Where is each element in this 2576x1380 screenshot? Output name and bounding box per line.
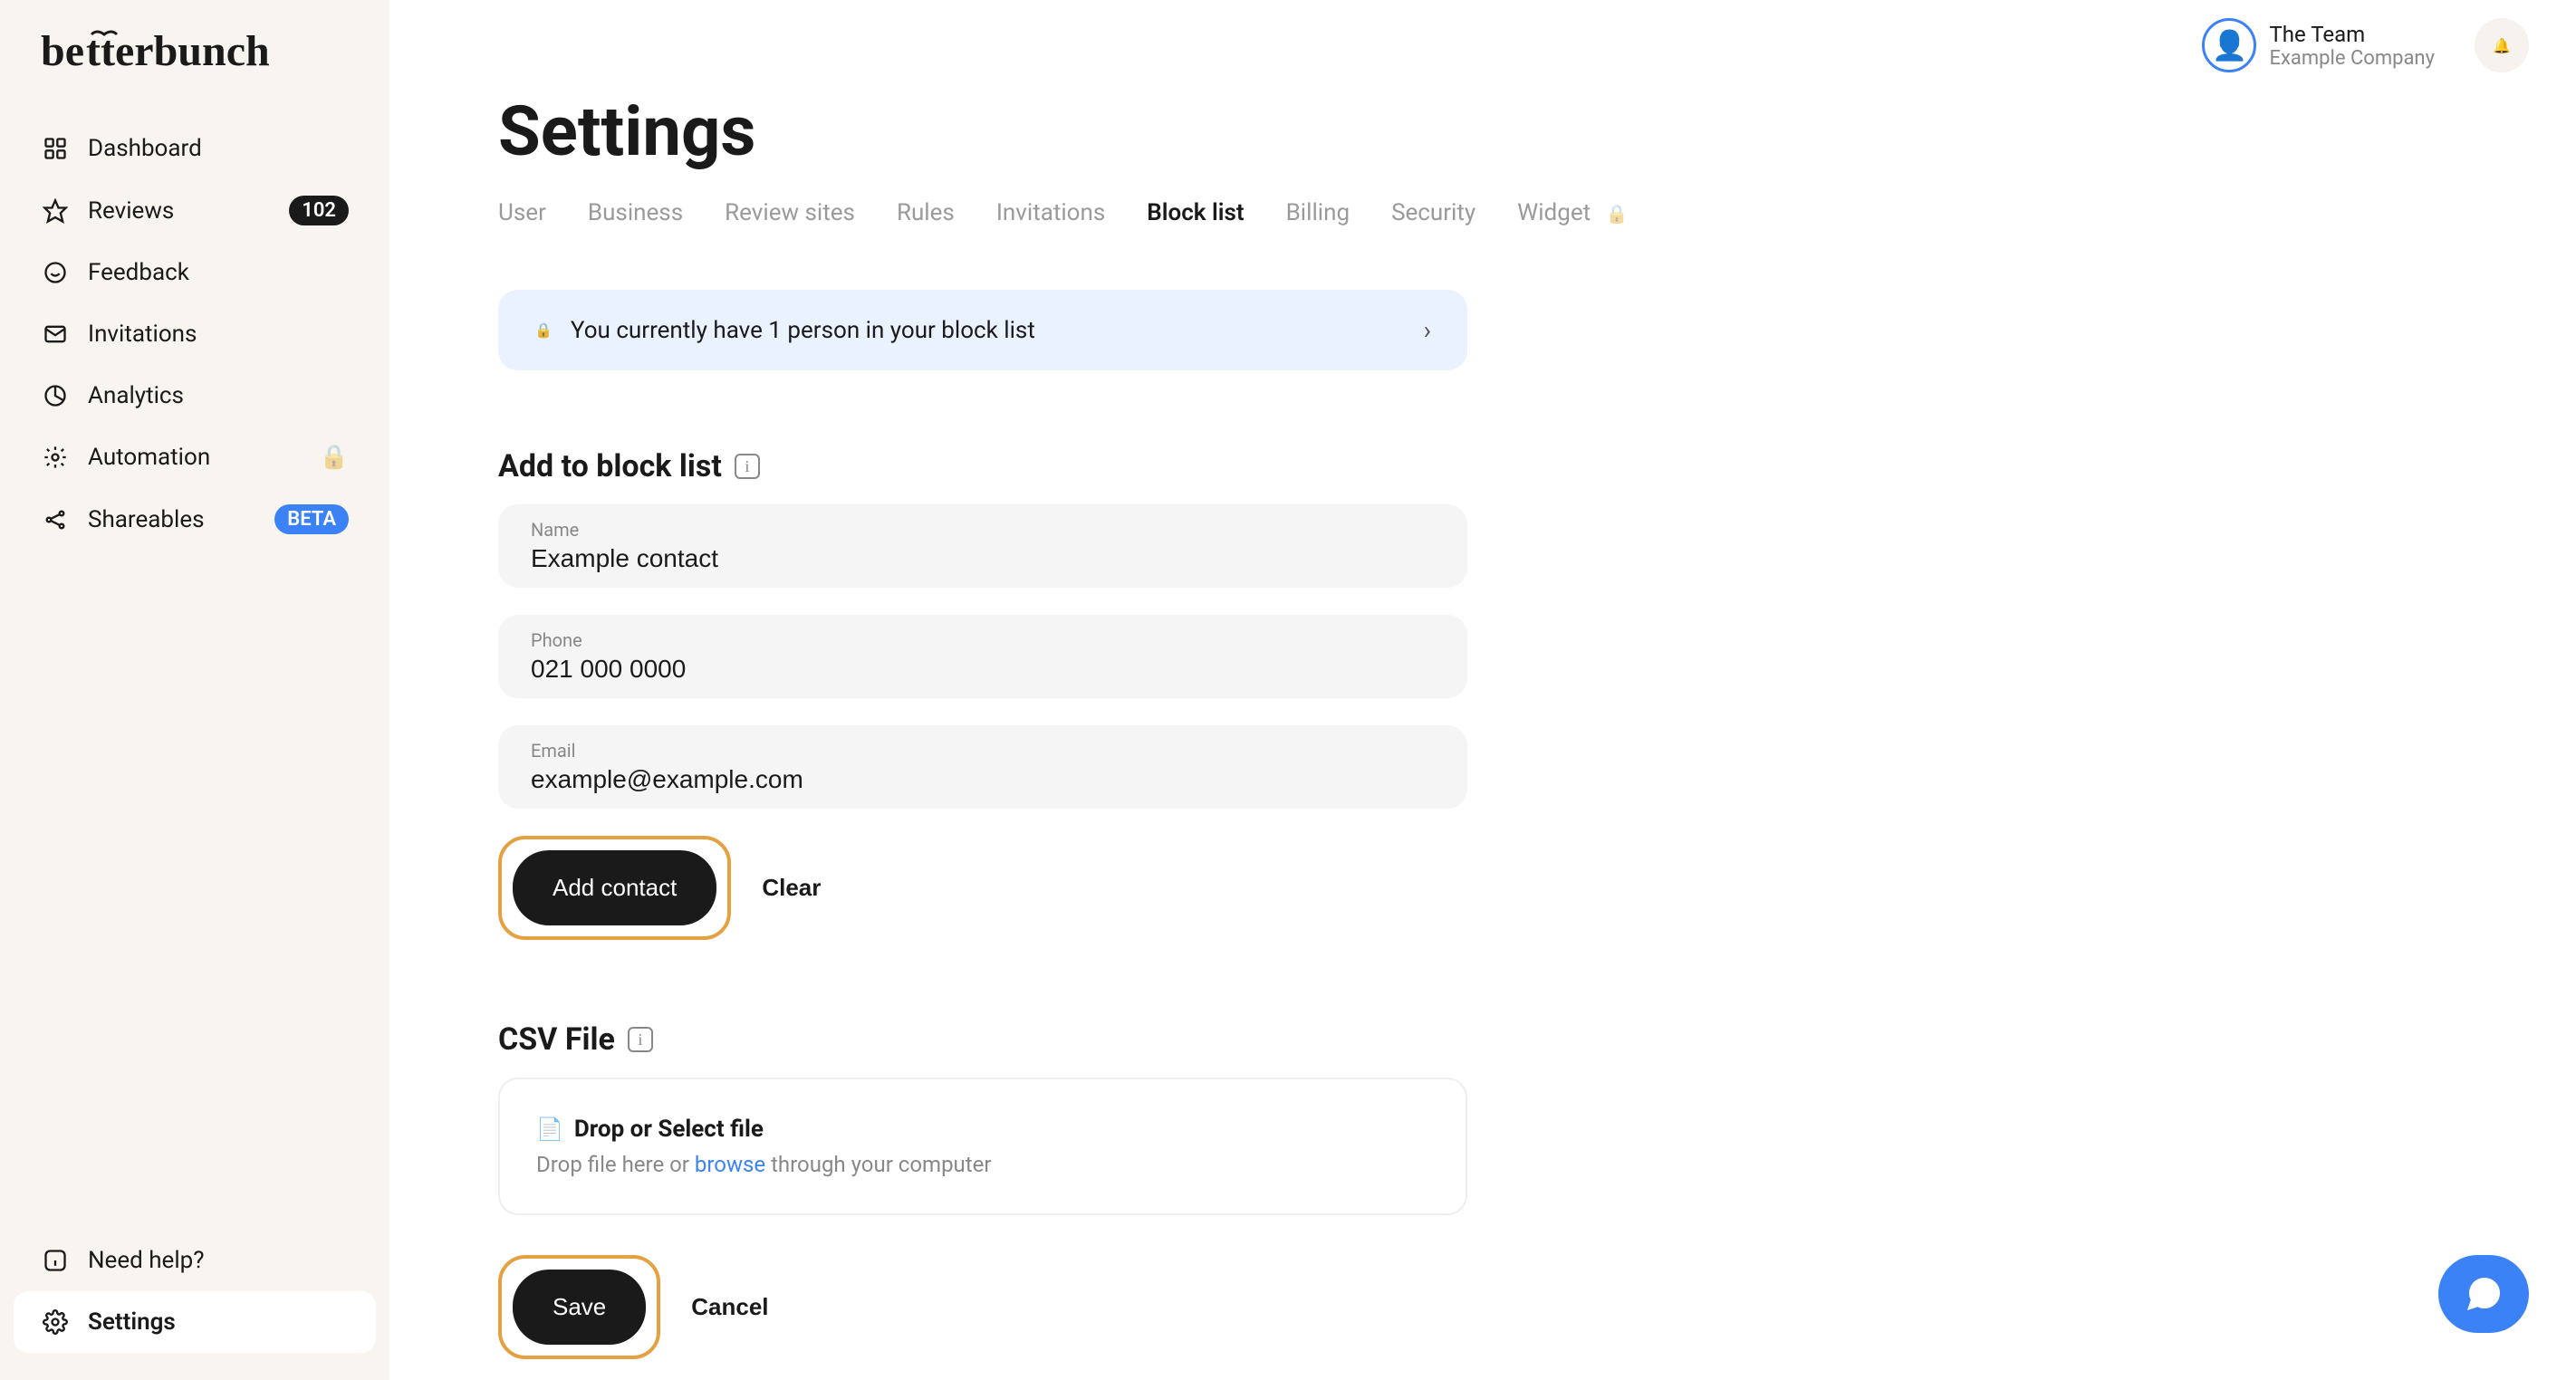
tab-rules[interactable]: Rules	[897, 199, 955, 226]
svg-text:be: be	[41, 27, 84, 75]
svg-text:tt: tt	[86, 27, 115, 75]
lock-icon: 🔒	[320, 444, 349, 471]
lock-icon: 🔒	[534, 321, 553, 339]
sidebar-item-label: Automation	[88, 444, 311, 471]
sidebar-item-label: Settings	[88, 1308, 349, 1336]
blocklist-info-banner[interactable]: 🔒 You currently have 1 person in your bl…	[498, 290, 1467, 370]
star-icon	[41, 196, 70, 225]
page-title: Settings	[498, 91, 2341, 172]
beta-badge: BETA	[274, 504, 349, 534]
sidebar-item-reviews[interactable]: Reviews 102	[14, 179, 376, 242]
company-name: Example Company	[2269, 47, 2435, 70]
phone-label: Phone	[531, 629, 1435, 651]
highlight-ring: Save	[498, 1255, 660, 1359]
tab-block-list[interactable]: Block list	[1147, 199, 1244, 226]
sidebar-item-label: Analytics	[88, 382, 349, 409]
clear-button[interactable]: Clear	[762, 874, 821, 902]
bell-icon: 🔔	[2493, 37, 2511, 54]
phone-field-wrapper[interactable]: Phone	[498, 615, 1467, 698]
file-icon: 📄	[536, 1116, 563, 1142]
notifications-button[interactable]: 🔔	[2475, 18, 2529, 72]
tab-invitations[interactable]: Invitations	[996, 199, 1105, 226]
team-name: The Team	[2269, 22, 2435, 47]
name-field-wrapper[interactable]: Name	[498, 504, 1467, 588]
save-button-row: Save Cancel	[498, 1255, 2341, 1359]
header-user-info[interactable]: The Team Example Company	[2269, 22, 2435, 70]
sidebar-item-label: Shareables	[88, 506, 274, 533]
sidebar: betterbunch Dashboard Reviews 102 Feedba…	[0, 0, 389, 1380]
sidebar-item-dashboard[interactable]: Dashboard	[14, 118, 376, 179]
gear-icon	[41, 443, 70, 472]
drop-zone-title: 📄 Drop or Select file	[536, 1116, 1429, 1143]
lock-icon: 🔒	[1606, 203, 1629, 225]
add-contact-button[interactable]: Add contact	[513, 850, 716, 925]
content: Settings User Business Review sites Rule…	[389, 91, 2576, 1380]
main: 👤 The Team Example Company 🔔 Settings Us…	[389, 0, 2576, 1380]
sidebar-item-shareables[interactable]: Shareables BETA	[14, 488, 376, 551]
section-add-to-blocklist: Add to block list i	[498, 448, 2341, 484]
main-nav: Dashboard Reviews 102 Feedback Invitatio…	[14, 118, 376, 1230]
sidebar-item-label: Invitations	[88, 321, 349, 348]
bottom-nav: Need help? Settings	[14, 1230, 376, 1353]
info-icon[interactable]: i	[628, 1027, 653, 1052]
browse-link[interactable]: browse	[695, 1152, 765, 1177]
sidebar-item-label: Dashboard	[88, 135, 349, 162]
email-field-wrapper[interactable]: Email	[498, 725, 1467, 809]
sidebar-item-help[interactable]: Need help?	[14, 1230, 376, 1291]
section-csv-file: CSV File i	[498, 1021, 2341, 1058]
chart-icon	[41, 381, 70, 410]
info-icon	[41, 1246, 70, 1275]
share-icon	[41, 505, 70, 534]
svg-text:erbunch: erbunch	[115, 27, 270, 75]
sidebar-item-analytics[interactable]: Analytics	[14, 365, 376, 426]
tab-user[interactable]: User	[498, 199, 546, 226]
avatar-face-icon: 👤	[2212, 28, 2248, 62]
sidebar-item-invitations[interactable]: Invitations	[14, 303, 376, 365]
sidebar-item-settings[interactable]: Settings	[14, 1291, 376, 1353]
info-icon[interactable]: i	[735, 454, 760, 479]
email-input[interactable]	[531, 765, 1435, 794]
tab-business[interactable]: Business	[588, 199, 683, 226]
avatar[interactable]: 👤	[2202, 18, 2256, 72]
mail-icon	[41, 320, 70, 349]
chat-widget-button[interactable]	[2438, 1255, 2529, 1333]
brand-logo: betterbunch	[14, 27, 376, 118]
sidebar-item-label: Reviews	[88, 197, 289, 225]
highlight-ring: Add contact	[498, 836, 731, 940]
grid-icon	[41, 134, 70, 163]
cog-icon	[41, 1308, 70, 1337]
tab-widget[interactable]: Widget 🔒	[1517, 199, 1628, 226]
drop-zone-subtitle: Drop file here or browse through your co…	[536, 1152, 1429, 1177]
name-label: Name	[531, 519, 1435, 541]
tab-billing[interactable]: Billing	[1286, 199, 1350, 226]
reviews-count-badge: 102	[289, 196, 349, 225]
csv-drop-zone[interactable]: 📄 Drop or Select file Drop file here or …	[498, 1078, 1467, 1215]
phone-input[interactable]	[531, 655, 1435, 684]
chevron-right-icon: ›	[1424, 315, 1431, 345]
sidebar-item-automation[interactable]: Automation 🔒	[14, 426, 376, 488]
sidebar-item-feedback[interactable]: Feedback	[14, 242, 376, 303]
sidebar-item-label: Feedback	[88, 259, 349, 286]
sidebar-item-label: Need help?	[88, 1247, 349, 1274]
banner-text: You currently have 1 person in your bloc…	[571, 317, 1406, 344]
settings-tabs: User Business Review sites Rules Invitat…	[498, 199, 2341, 226]
chat-icon	[2462, 1272, 2505, 1316]
tab-review-sites[interactable]: Review sites	[725, 199, 855, 226]
add-contact-button-row: Add contact Clear	[498, 836, 2341, 940]
message-icon	[41, 258, 70, 287]
name-input[interactable]	[531, 544, 1435, 573]
tab-security[interactable]: Security	[1391, 199, 1475, 226]
save-button[interactable]: Save	[513, 1270, 646, 1345]
cancel-button[interactable]: Cancel	[691, 1293, 768, 1321]
email-label: Email	[531, 740, 1435, 762]
header: 👤 The Team Example Company 🔔	[389, 0, 2576, 91]
